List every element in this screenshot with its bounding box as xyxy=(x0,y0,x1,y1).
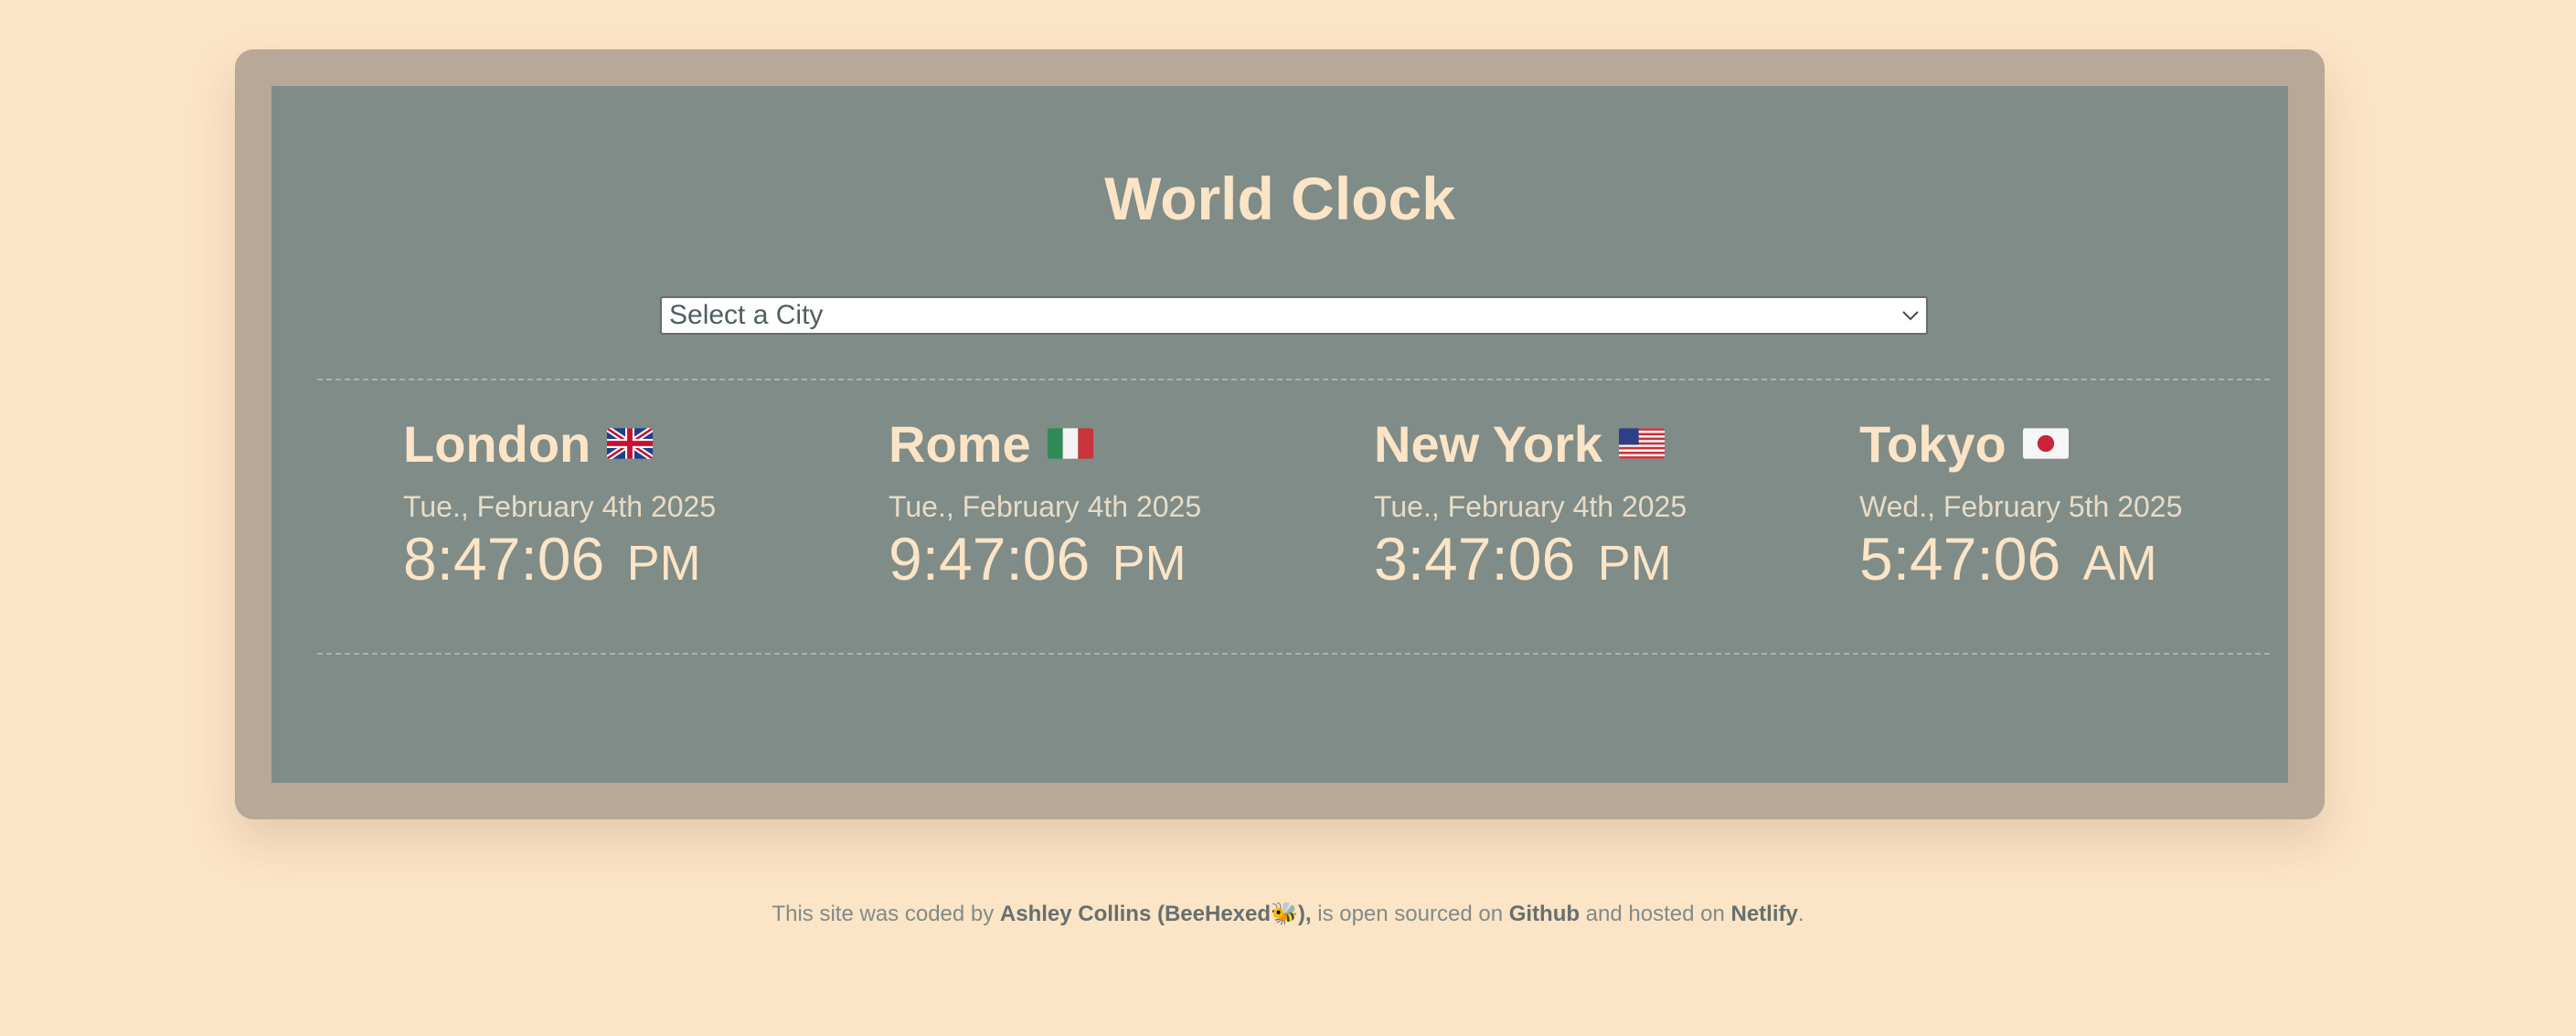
city-time: 5:47:06 AM xyxy=(1859,529,2316,589)
city-time: 9:47:06 PM xyxy=(889,529,1346,589)
city-name: London xyxy=(403,415,591,473)
clock-panel: World Clock Select a City London Tue., F… xyxy=(271,86,2288,783)
city-name: Tokyo xyxy=(1859,415,2007,473)
page-title: World Clock xyxy=(1104,165,1455,232)
time-ampm: AM xyxy=(2082,536,2157,591)
clock-frame: World Clock Select a City London Tue., F… xyxy=(235,49,2325,819)
time-ampm: PM xyxy=(626,536,701,591)
city-name: Rome xyxy=(889,415,1031,473)
japan-flag-icon xyxy=(2022,428,2069,461)
city-card-london: London Tue., February 4th 2025 8:47:06 P… xyxy=(403,415,860,590)
city-card-rome: Rome Tue., February 4th 2025 9:47:06 PM xyxy=(889,415,1346,590)
bottom-divider xyxy=(317,653,2270,655)
footer-text: This site was coded by xyxy=(772,902,1000,926)
time-value: 8:47:06 xyxy=(403,525,605,593)
city-date: Wed., February 5th 2025 xyxy=(1859,490,2183,523)
uk-flag-icon xyxy=(607,428,654,461)
time-value: 5:47:06 xyxy=(1859,525,2061,593)
footer-text: and hosted on xyxy=(1580,902,1731,926)
footer-text: is open sourced on xyxy=(1311,902,1509,926)
city-date: Tue., February 4th 2025 xyxy=(889,490,1202,523)
netlify-link[interactable]: Netlify xyxy=(1730,902,1797,926)
time-ampm: PM xyxy=(1597,536,1672,591)
time-ampm: PM xyxy=(1112,536,1187,591)
city-card-new-york: New York Tue., February 4th 2025 3:47:06… xyxy=(1374,415,1831,590)
city-date: Tue., February 4th 2025 xyxy=(403,490,717,523)
city-date: Tue., February 4th 2025 xyxy=(1374,490,1687,523)
city-time: 8:47:06 PM xyxy=(403,529,860,589)
italy-flag-icon xyxy=(1047,428,1093,461)
github-link[interactable]: Github xyxy=(1509,902,1580,926)
time-value: 3:47:06 xyxy=(1374,525,1576,593)
footer-text: . xyxy=(1797,902,1804,926)
us-flag-icon xyxy=(1619,428,1666,461)
city-card-tokyo: Tokyo Wed., February 5th 2025 5:47:06 AM xyxy=(1859,415,2316,590)
footer: This site was coded by Ashley Collins (B… xyxy=(0,903,2576,925)
city-select-value: Select a City xyxy=(669,300,824,330)
author-link[interactable]: Ashley Collins (BeeHexed🐝), xyxy=(1000,902,1312,926)
city-select[interactable]: Select a City xyxy=(660,296,1928,335)
time-value: 9:47:06 xyxy=(889,525,1091,593)
city-name: New York xyxy=(1374,415,1603,473)
top-divider xyxy=(317,379,2270,380)
city-time: 3:47:06 PM xyxy=(1374,529,1831,589)
chevron-down-icon xyxy=(1895,302,1926,329)
